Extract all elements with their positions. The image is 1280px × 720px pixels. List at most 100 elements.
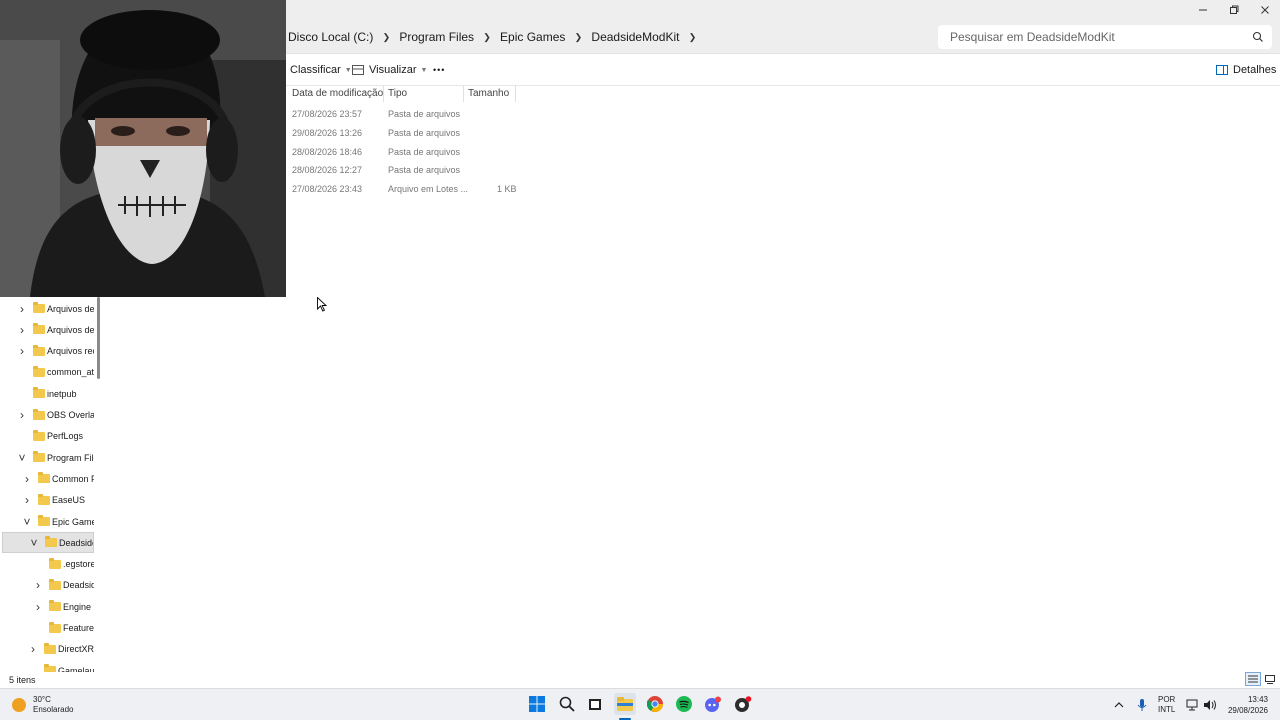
windows-start-icon[interactable] [526,693,548,715]
sidebar-item-label: Arquivos de I [47,303,94,314]
sidebar-item[interactable]: › DirectXRe [0,639,94,660]
chevron-right-icon[interactable]: › [17,344,27,358]
input-language-button[interactable]: POR INTL [1158,689,1175,720]
weather-widget[interactable]: 30°C Ensolarado [12,694,73,716]
sidebar-item[interactable]: › Arquivos de I [0,319,94,340]
network-button[interactable] [1186,689,1200,720]
file-modified: 29/08/2026 13:26 [292,128,363,138]
tiles-view-button[interactable] [1262,672,1278,686]
discord-icon[interactable] [702,693,724,715]
column-divider[interactable] [463,86,464,102]
sidebar-item[interactable]: › EaseUS [0,490,94,511]
chevron-right-icon[interactable]: › [17,302,27,316]
minimize-button[interactable] [1187,0,1218,20]
column-header-type[interactable]: Tipo [388,86,407,102]
sidebar-item[interactable]: Gamelaun [0,660,94,672]
chevron-down-icon[interactable]: ˅ [17,451,27,465]
chevron-right-icon[interactable]: ❯ [569,32,587,43]
close-icon [1260,6,1269,14]
chevron-right-icon[interactable]: › [33,600,43,614]
sidebar-scrollbar[interactable] [97,297,100,379]
sidebar-item-label: Arquivos reci [47,346,94,357]
file-row[interactable]: 27/08/2026 23:57 Pasta de arquivos [286,105,526,123]
chevron-right-icon[interactable]: › [17,408,27,422]
sidebar-item[interactable]: inetpub [0,383,94,404]
chevron-right-icon[interactable]: ❯ [478,32,496,43]
sidebar-item[interactable]: ˅ Program File [0,447,94,468]
search-box[interactable] [938,25,1272,49]
column-header-modified[interactable]: Data de modificação [292,86,383,102]
microphone-button[interactable] [1137,689,1147,720]
spotify-icon[interactable] [673,693,695,715]
breadcrumb-item[interactable]: Program Files [395,30,478,44]
chevron-right-icon[interactable]: › [33,578,43,592]
file-row[interactable]: 28/08/2026 18:46 Pasta de arquivos [286,143,526,161]
chevron-right-icon[interactable]: ❯ [683,32,701,43]
network-icon [1186,699,1198,711]
windows-logo-icon [529,696,545,712]
column-header-size[interactable]: Tamanho [468,86,509,102]
sidebar-item[interactable]: ˅ Epic Games [0,511,94,532]
file-row[interactable]: 29/08/2026 13:26 Pasta de arquivos [286,124,526,142]
file-size: 1 KB [497,184,517,194]
item-count: 5 itens [9,675,36,685]
navigation-pane[interactable]: › Arquivos de I › Arquivos de I › Arquivos re… [0,297,100,672]
file-type: Pasta de arquivos [388,165,461,175]
file-explorer-icon[interactable] [614,693,636,715]
sidebar-item[interactable]: › Common F [0,468,94,489]
chrome-icon[interactable] [644,693,666,715]
sidebar-item[interactable]: › Engine [0,596,94,617]
close-button[interactable] [1249,0,1280,20]
details-view-button[interactable] [1245,672,1261,686]
breadcrumb-item[interactable]: Disco Local (C:) [284,30,377,44]
sidebar-item[interactable]: common_att [0,362,94,383]
sidebar-item-label: Engine [63,601,92,612]
obs-icon[interactable] [732,693,754,715]
column-divider[interactable] [383,86,384,102]
chevron-right-icon[interactable]: ❯ [377,32,395,43]
sidebar-item[interactable]: .egstore [0,554,94,575]
task-view-icon[interactable] [584,693,606,715]
sidebar-item[interactable]: › Arquivos de I [0,298,94,319]
volume-button[interactable] [1203,689,1217,720]
clock[interactable]: 13:43 29/08/2026 [1228,694,1268,716]
more-options-button[interactable]: ••• [433,54,445,86]
show-hidden-icons-button[interactable] [1114,689,1124,720]
sidebar-item[interactable]: › Arquivos reci [0,341,94,362]
search-input[interactable] [950,30,1240,44]
sidebar-item[interactable]: PerfLogs [0,426,94,447]
file-type: Arquivo em Lotes ... [388,184,469,194]
sidebar-item-label: Program File [47,452,94,463]
sidebar-item[interactable]: ˅ DeadsideM [2,532,94,554]
chevron-down-icon[interactable]: ˅ [29,536,39,550]
breadcrumb[interactable]: Disco Local (C:) ❯ Program Files ❯ Epic … [284,20,701,54]
chevron-right-icon[interactable]: › [22,493,32,507]
search-icon[interactable] [1252,31,1264,43]
chevron-right-icon[interactable]: › [22,472,32,486]
sidebar-item-label: .egstore [63,559,94,570]
file-modified: 28/08/2026 18:46 [292,147,363,157]
sidebar-item[interactable]: FeatureP [0,618,94,639]
file-row[interactable]: 27/08/2026 23:43 Arquivo em Lotes ... 1 … [286,180,526,198]
folder-icon [33,323,45,335]
file-row[interactable]: 28/08/2026 12:27 Pasta de arquivos [286,161,526,179]
folder-icon [33,302,45,313]
chevron-down-icon[interactable]: ˅ [22,515,32,529]
speaker-icon [1204,700,1216,710]
chevron-right-icon[interactable]: › [17,323,27,337]
restore-button[interactable] [1218,0,1249,20]
more-icon: ••• [433,65,446,75]
view-button[interactable]: Visualizar ▼ [352,54,427,86]
sidebar-item[interactable]: › Deadside [0,575,94,596]
breadcrumb-item[interactable]: Epic Games [496,30,569,44]
breadcrumb-item[interactable]: DeadsideModKit [587,30,683,44]
search-icon[interactable] [556,693,578,715]
sidebar-item[interactable]: › OBS Overlays [0,405,94,426]
sidebar-item-label: OBS Overlays [47,410,94,420]
chevron-up-icon [1114,702,1124,708]
details-pane-button[interactable]: Detalhes [1216,54,1276,86]
sort-button[interactable]: Classificar ▼ [290,54,352,86]
column-divider[interactable] [515,86,516,102]
chevron-right-icon[interactable]: › [28,642,38,656]
file-modified: 27/08/2026 23:57 [292,109,363,119]
